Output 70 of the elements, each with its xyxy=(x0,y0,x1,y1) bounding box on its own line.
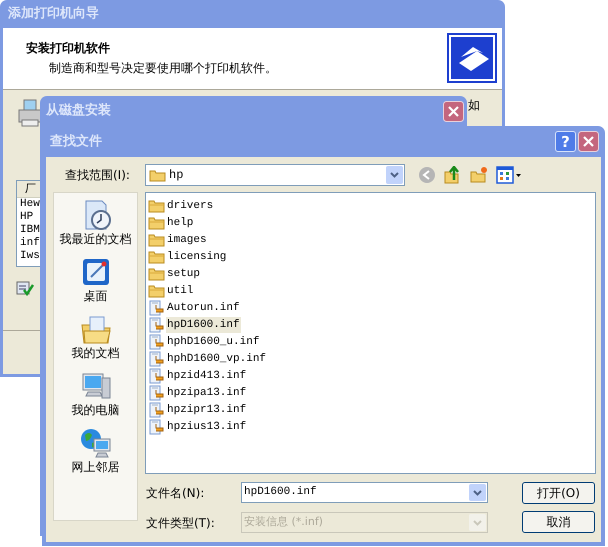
field-value: hpD1600.inf xyxy=(244,485,318,500)
window-title: 从磁盘安装 xyxy=(46,102,111,120)
window-title: 添加打印机向导 xyxy=(8,5,99,24)
dropdown-button[interactable] xyxy=(469,484,486,501)
place-label[interactable]: 桌面 xyxy=(84,288,108,303)
list-row-text: Hew xyxy=(19,198,41,211)
checklist-icon xyxy=(16,280,34,296)
chevron-icon xyxy=(390,172,399,178)
list-row-text: inf xyxy=(19,237,41,250)
inf-icon xyxy=(148,300,165,316)
file-item[interactable]: setup xyxy=(166,266,202,282)
field-label: 文件类型(T): xyxy=(146,515,216,532)
place-label[interactable]: 我最近的文档 xyxy=(60,231,132,246)
file-name-field[interactable]: hpD1600.inf xyxy=(241,482,488,503)
close-button[interactable] xyxy=(443,100,464,122)
text-fragment: 如 xyxy=(468,97,480,114)
file-item[interactable]: hpD1600.inf xyxy=(166,316,241,332)
inf-icon xyxy=(148,334,165,350)
file-item[interactable]: Autorun.inf xyxy=(166,300,241,316)
dialog-button[interactable]: 打开(O) xyxy=(522,482,595,504)
file-item[interactable]: help xyxy=(166,214,194,230)
file-item[interactable]: hpzius13.inf xyxy=(166,418,248,434)
file-item[interactable]: hphD1600_u.inf xyxy=(166,334,260,350)
file-item[interactable]: hpzipa13.inf xyxy=(166,384,248,400)
look-in-combo[interactable]: hp xyxy=(145,164,405,186)
wizard-subheading: 制造商和型号决定要使用哪个打印机软件。 xyxy=(48,60,277,77)
wizard-heading: 安装打印机软件 xyxy=(26,40,111,57)
inf-icon xyxy=(148,418,165,434)
combo-value: hp xyxy=(169,167,184,184)
folder-icon xyxy=(148,214,165,230)
place-label[interactable]: 网上邻居 xyxy=(72,459,120,474)
close-button[interactable] xyxy=(578,131,599,152)
field-value: 安装信息 (*.inf) xyxy=(244,514,324,530)
help-button[interactable]: ? xyxy=(555,131,576,152)
file-item[interactable]: licensing xyxy=(166,248,228,264)
file-item[interactable]: hpzipr13.inf xyxy=(166,402,248,418)
window-title: 查找文件 xyxy=(50,132,102,151)
list-row-text: Iws xyxy=(19,250,41,263)
chevron-icon xyxy=(473,490,482,496)
inf-icon xyxy=(148,402,165,418)
folder-icon xyxy=(148,198,165,214)
inf-icon xyxy=(148,384,165,400)
place-label[interactable]: 我的文档 xyxy=(72,345,120,360)
file-item[interactable]: util xyxy=(166,282,194,298)
folder-icon xyxy=(148,282,165,298)
inf-icon xyxy=(148,368,165,384)
look-in-label: 查找范围(I): xyxy=(64,167,131,184)
network-icon[interactable] xyxy=(80,427,112,459)
inf-icon xyxy=(148,350,165,366)
folder-icon xyxy=(148,232,165,248)
file-item[interactable]: hphD1600_vp.inf xyxy=(166,350,268,366)
new-folder-icon[interactable] xyxy=(470,166,488,184)
folder-up-icon[interactable] xyxy=(444,166,462,184)
chevron-icon xyxy=(473,520,482,526)
close-icon xyxy=(443,100,464,122)
close-icon xyxy=(578,131,599,152)
field-label: 文件名(N): xyxy=(146,485,206,502)
folder-icon xyxy=(148,248,165,264)
file-item[interactable]: drivers xyxy=(166,198,214,214)
view-menu-icon[interactable] xyxy=(496,166,522,184)
inf-icon xyxy=(148,316,165,332)
file-item[interactable]: images xyxy=(166,232,208,248)
place-label[interactable]: 我的电脑 xyxy=(72,402,120,417)
folder-icon xyxy=(148,266,165,282)
file-item[interactable]: hpzid413.inf xyxy=(166,368,248,384)
list-row-text: IBM xyxy=(19,224,41,237)
dialog-button[interactable]: 取消 xyxy=(522,511,595,533)
list-row-text: HP xyxy=(19,211,34,224)
folder-icon xyxy=(149,168,166,182)
dropdown-button[interactable] xyxy=(386,166,403,184)
